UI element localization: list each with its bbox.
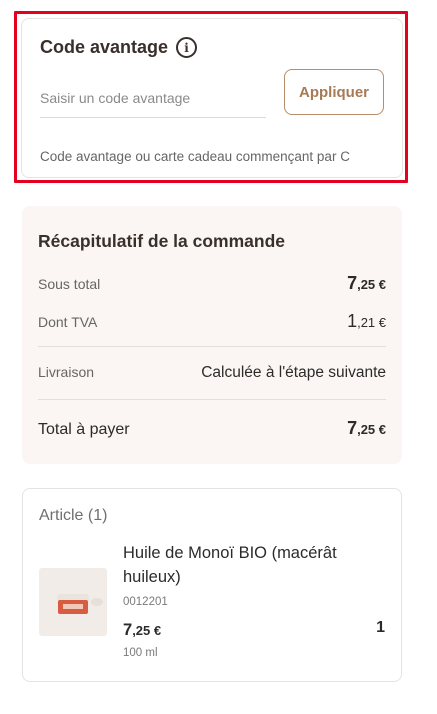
- vat-row: Dont TVA 1,21 €: [38, 311, 386, 332]
- subtotal-row: Sous total 7,25 €: [38, 273, 386, 294]
- info-icon[interactable]: i: [176, 37, 198, 58]
- shipping-value: Calculée à l'étape suivante: [201, 364, 386, 381]
- total-int: 7: [347, 418, 358, 438]
- total-label: Total à payer: [38, 421, 130, 438]
- summary-title: Récapitulatif de la commande: [38, 231, 286, 251]
- product-size: 100 ml: [123, 647, 158, 659]
- jar-cap-shape: [91, 598, 103, 606]
- article-header: Article (1): [39, 507, 108, 524]
- jar-label-shape: [63, 604, 83, 609]
- promo-code-card: Code avantage i Appliquer Code avantage …: [21, 18, 403, 178]
- subtotal-label: Sous total: [38, 276, 101, 292]
- apply-button[interactable]: Appliquer: [284, 69, 384, 115]
- summary-divider: [38, 346, 386, 347]
- product-reference: 0012201: [123, 596, 168, 608]
- order-summary-card: Récapitulatif de la commande Sous total …: [22, 206, 402, 464]
- product-image[interactable]: [39, 568, 107, 636]
- subtotal-int: 7: [347, 273, 358, 293]
- vat-int: 1: [347, 311, 358, 331]
- subtotal-dec: ,25 €: [357, 277, 386, 292]
- product-price-dec: ,25 €: [132, 623, 162, 638]
- total-value: 7,25 €: [347, 418, 386, 439]
- promo-title: Code avantage i: [40, 37, 198, 58]
- product-name[interactable]: Huile de Monoï BIO (macérât huileux): [123, 541, 363, 589]
- total-dec: ,25 €: [357, 422, 386, 437]
- shipping-label: Livraison: [38, 364, 95, 380]
- total-row: Total à payer 7,25 €: [38, 418, 386, 439]
- summary-divider: [38, 399, 386, 400]
- shipping-row: Livraison Calculée à l'étape suivante: [38, 364, 386, 382]
- product-quantity: 1: [376, 619, 385, 636]
- product-price: 7,25 €: [123, 621, 161, 640]
- vat-value: 1,21 €: [347, 311, 386, 332]
- promo-hint: Code avantage ou carte cadeau commençant…: [40, 149, 350, 164]
- subtotal-value: 7,25 €: [347, 273, 386, 294]
- promo-title-text: Code avantage: [40, 37, 169, 57]
- product-price-int: 7: [123, 621, 133, 639]
- vat-dec: ,21 €: [357, 315, 386, 330]
- vat-label: Dont TVA: [38, 314, 98, 330]
- promo-code-input[interactable]: [40, 79, 266, 118]
- article-card: Article (1) Huile de Monoï BIO (macérât …: [22, 488, 402, 682]
